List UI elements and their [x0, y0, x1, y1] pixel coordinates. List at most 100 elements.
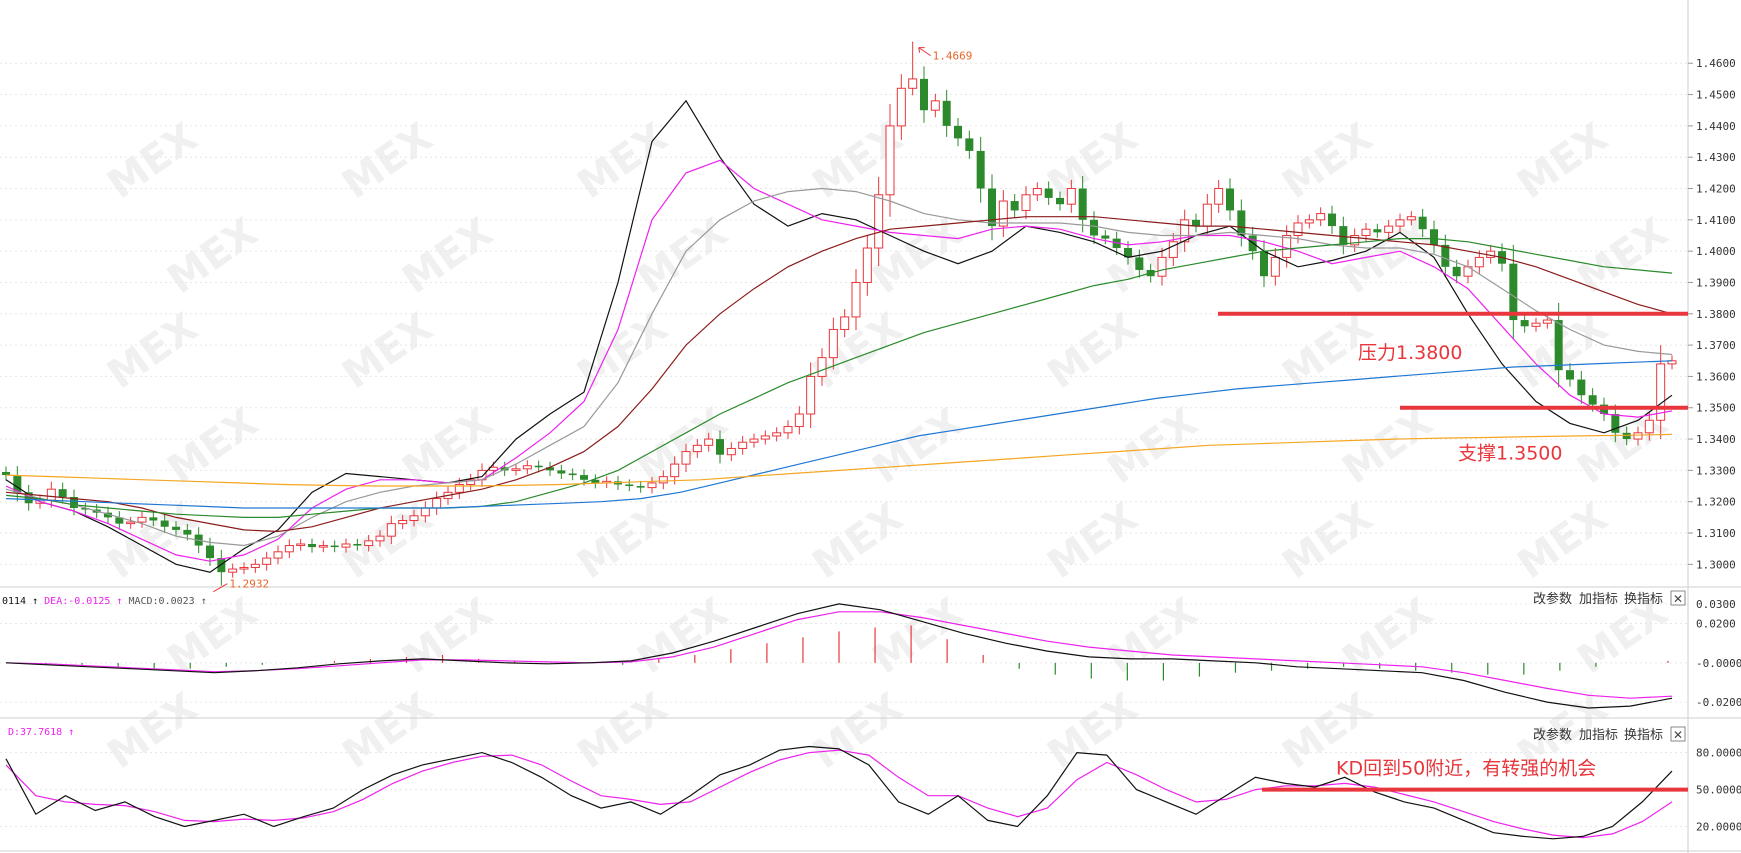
candle-body: [726, 447, 736, 456]
watermark-logo: MEX: [629, 589, 736, 683]
candle-body: [375, 535, 385, 542]
candle-body: [398, 519, 408, 525]
candle-body: [1090, 219, 1098, 236]
watermark-logo: MEX: [1039, 684, 1146, 778]
y-tick-label: 1.3300: [1696, 464, 1736, 477]
candle-body: [1566, 370, 1574, 380]
candle-body: [625, 484, 634, 487]
candle-body: [908, 78, 918, 89]
candle-body: [206, 545, 214, 559]
candle-body: [1542, 319, 1552, 324]
candle-body: [1588, 395, 1597, 405]
candle-body: [228, 568, 238, 573]
candle-body: [1078, 188, 1087, 220]
watermark-logo: MEX: [99, 114, 206, 208]
watermark-logo: MEX: [1274, 114, 1381, 208]
candle-body: [432, 498, 442, 509]
y-tick-label: 1.3000: [1696, 558, 1736, 571]
add-indicator-button[interactable]: 加指标: [1579, 592, 1618, 607]
modify-params-button[interactable]: 改参数: [1533, 727, 1572, 743]
y-tick-label: 0.0200: [1696, 618, 1736, 631]
candle-body: [942, 100, 951, 126]
watermark-logo: MEX: [1509, 304, 1616, 398]
candle-body: [46, 488, 56, 501]
candle-body: [1270, 256, 1280, 277]
macd-legend-value: MACD:0.0023 ↑: [128, 596, 206, 607]
y-tick-label: 20.0000: [1696, 821, 1741, 834]
candle-body: [239, 566, 249, 570]
y-tick-label: 1.4600: [1696, 57, 1736, 70]
y-tick-label: 1.3600: [1696, 370, 1736, 383]
watermark-logo: MEX: [1099, 589, 1206, 683]
candle-body: [420, 507, 430, 517]
watermark-logo: MEX: [1039, 304, 1146, 398]
candle-body: [58, 489, 67, 498]
watermark-logo: MEX: [804, 304, 911, 398]
dif-legend-value: 0114 ↑: [2, 596, 44, 607]
watermark-logo: MEX: [569, 114, 676, 208]
modify-params-button[interactable]: 改参数: [1533, 591, 1572, 607]
candle-body: [840, 316, 850, 330]
candle-body: [1202, 203, 1212, 227]
candle-body: [920, 78, 928, 111]
y-tick-label: 1.4200: [1696, 183, 1736, 196]
y-tick-label: 80.0000: [1696, 747, 1741, 760]
add-indicator-button[interactable]: 加指标: [1579, 728, 1618, 743]
high-price-label: 1.4669: [933, 50, 973, 63]
candle-body: [1474, 256, 1484, 268]
y-tick-label: 50.0000: [1696, 784, 1741, 797]
y-tick-label: -0.0200: [1696, 696, 1741, 709]
candle-body: [262, 557, 272, 565]
support-label: 支撑1.3500: [1458, 443, 1562, 465]
candle-body: [1577, 379, 1586, 396]
watermark-logo: MEX: [1039, 494, 1146, 588]
y-tick-label: 1.4400: [1696, 120, 1736, 133]
candle-body: [296, 543, 306, 547]
candle-body: [1282, 234, 1292, 258]
candle-body: [954, 125, 962, 139]
candle-body: [1066, 188, 1076, 205]
y-tick-label: 0.0300: [1696, 598, 1736, 611]
candle-body: [1032, 188, 1042, 196]
y-tick-label: 1.3800: [1696, 308, 1736, 321]
watermark-logo: MEX: [99, 684, 206, 778]
candle-body: [828, 328, 838, 359]
candle-body: [817, 357, 827, 377]
macd-legend: 0114 ↑ DEA:-0.0125 ↑ MACD:0.0023 ↑: [2, 596, 207, 607]
candle-body: [1441, 244, 1450, 267]
candle-body: [284, 545, 294, 553]
candle-body: [1452, 266, 1461, 277]
candle-body: [704, 438, 714, 446]
watermark-logo: MEX: [1334, 399, 1441, 493]
candle-body: [341, 543, 351, 548]
dea-legend-value: DEA:-0.0125 ↑: [44, 596, 128, 607]
panel-toolbar: 改参数 加指标 换指标 ✕: [1533, 726, 1686, 743]
candle-body: [692, 444, 702, 453]
candle-body: [1293, 222, 1303, 236]
switch-indicator-button[interactable]: 换指标: [1624, 728, 1663, 743]
candle-body: [183, 529, 192, 535]
candle-body: [965, 138, 974, 151]
candle-body: [534, 465, 543, 468]
y-tick-label: 1.3700: [1696, 339, 1736, 352]
candle-body: [1656, 363, 1666, 421]
candle-body: [1373, 229, 1382, 233]
y-tick-label: 1.3200: [1696, 496, 1736, 509]
candle-body: [386, 523, 396, 537]
candle-body: [647, 482, 657, 489]
candle-body: [1430, 229, 1438, 245]
watermark-logo: MEX: [804, 114, 911, 208]
candle-body: [126, 521, 136, 525]
candle-body: [353, 543, 362, 546]
watermark-logo: MEX: [334, 304, 441, 398]
switch-indicator-button[interactable]: 换指标: [1624, 592, 1663, 607]
candle-body: [1509, 263, 1518, 321]
candle-body: [557, 470, 566, 474]
candle-body: [1214, 188, 1224, 205]
candle-body: [896, 87, 906, 127]
candle-body: [1644, 419, 1654, 434]
close-icon: ✕: [1673, 728, 1683, 742]
candle-body: [930, 100, 940, 111]
candle-body: [1520, 320, 1529, 327]
y-tick-label: -0.0000: [1696, 657, 1741, 670]
